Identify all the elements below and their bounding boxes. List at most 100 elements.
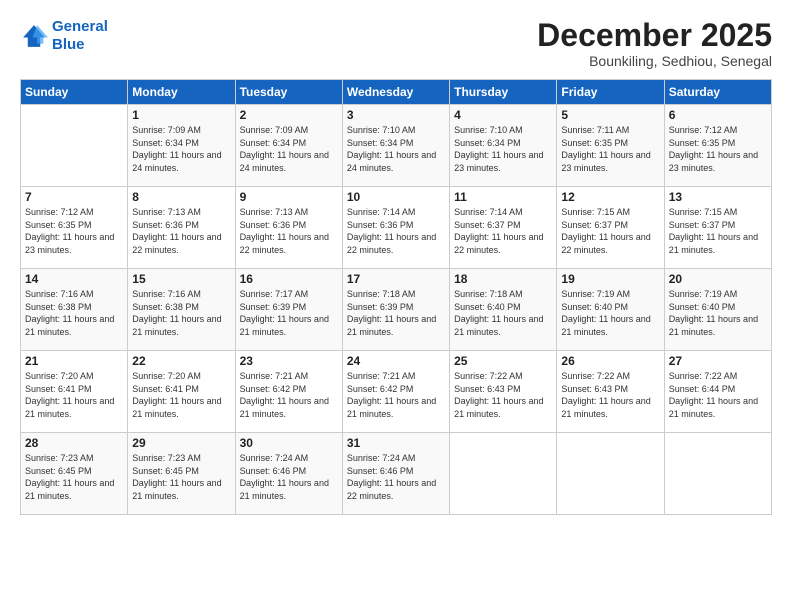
day-cell: 5 Sunrise: 7:11 AMSunset: 6:35 PMDaylight… bbox=[557, 105, 664, 187]
day-info: Sunrise: 7:09 AMSunset: 6:34 PMDaylight:… bbox=[240, 124, 338, 174]
day-number: 20 bbox=[669, 272, 767, 286]
day-number: 25 bbox=[454, 354, 552, 368]
week-row-4: 21 Sunrise: 7:20 AMSunset: 6:41 PMDayligh… bbox=[21, 351, 772, 433]
day-cell bbox=[664, 433, 771, 515]
day-number: 13 bbox=[669, 190, 767, 204]
day-cell: 28 Sunrise: 7:23 AMSunset: 6:45 PMDayligh… bbox=[21, 433, 128, 515]
day-cell bbox=[21, 105, 128, 187]
day-number: 6 bbox=[669, 108, 767, 122]
day-cell: 29 Sunrise: 7:23 AMSunset: 6:45 PMDayligh… bbox=[128, 433, 235, 515]
day-cell: 13 Sunrise: 7:15 AMSunset: 6:37 PMDayligh… bbox=[664, 187, 771, 269]
day-info: Sunrise: 7:16 AMSunset: 6:38 PMDaylight:… bbox=[25, 288, 123, 338]
day-number: 15 bbox=[132, 272, 230, 286]
day-number: 28 bbox=[25, 436, 123, 450]
col-header-wednesday: Wednesday bbox=[342, 80, 449, 105]
day-info: Sunrise: 7:22 AMSunset: 6:43 PMDaylight:… bbox=[454, 370, 552, 420]
day-info: Sunrise: 7:12 AMSunset: 6:35 PMDaylight:… bbox=[25, 206, 123, 256]
day-info: Sunrise: 7:19 AMSunset: 6:40 PMDaylight:… bbox=[669, 288, 767, 338]
day-info: Sunrise: 7:11 AMSunset: 6:35 PMDaylight:… bbox=[561, 124, 659, 174]
col-header-sunday: Sunday bbox=[21, 80, 128, 105]
week-row-3: 14 Sunrise: 7:16 AMSunset: 6:38 PMDayligh… bbox=[21, 269, 772, 351]
day-number: 4 bbox=[454, 108, 552, 122]
day-cell: 9Sunrise: 7:13 AMSunset: 6:36 PMDaylight… bbox=[235, 187, 342, 269]
col-header-thursday: Thursday bbox=[450, 80, 557, 105]
day-cell: 20 Sunrise: 7:19 AMSunset: 6:40 PMDayligh… bbox=[664, 269, 771, 351]
day-cell: 26 Sunrise: 7:22 AMSunset: 6:43 PMDayligh… bbox=[557, 351, 664, 433]
day-number: 16 bbox=[240, 272, 338, 286]
calendar-table: SundayMondayTuesdayWednesdayThursdayFrid… bbox=[20, 79, 772, 515]
day-cell: 1 Sunrise: 7:09 AMSunset: 6:34 PMDaylight… bbox=[128, 105, 235, 187]
day-cell: 3 Sunrise: 7:10 AMSunset: 6:34 PMDaylight… bbox=[342, 105, 449, 187]
header-row: SundayMondayTuesdayWednesdayThursdayFrid… bbox=[21, 80, 772, 105]
day-cell: 2 Sunrise: 7:09 AMSunset: 6:34 PMDaylight… bbox=[235, 105, 342, 187]
week-row-2: 7 Sunrise: 7:12 AMSunset: 6:35 PMDaylight… bbox=[21, 187, 772, 269]
day-info: Sunrise: 7:23 AMSunset: 6:45 PMDaylight:… bbox=[25, 452, 123, 502]
day-number: 22 bbox=[132, 354, 230, 368]
day-number: 1 bbox=[132, 108, 230, 122]
day-cell bbox=[557, 433, 664, 515]
day-info: Sunrise: 7:17 AMSunset: 6:39 PMDaylight:… bbox=[240, 288, 338, 338]
day-number: 18 bbox=[454, 272, 552, 286]
day-cell: 6Sunrise: 7:12 AMSunset: 6:35 PMDaylight… bbox=[664, 105, 771, 187]
month-title: December 2025 bbox=[537, 18, 772, 53]
day-number: 5 bbox=[561, 108, 659, 122]
day-cell: 4 Sunrise: 7:10 AMSunset: 6:34 PMDaylight… bbox=[450, 105, 557, 187]
day-info: Sunrise: 7:13 AMSunset: 6:36 PMDaylight:… bbox=[132, 206, 230, 256]
day-cell: 7 Sunrise: 7:12 AMSunset: 6:35 PMDaylight… bbox=[21, 187, 128, 269]
subtitle: Bounkiling, Sedhiou, Senegal bbox=[537, 53, 772, 69]
day-number: 27 bbox=[669, 354, 767, 368]
day-cell: 15 Sunrise: 7:16 AMSunset: 6:38 PMDayligh… bbox=[128, 269, 235, 351]
day-number: 21 bbox=[25, 354, 123, 368]
day-info: Sunrise: 7:10 AMSunset: 6:34 PMDaylight:… bbox=[347, 124, 445, 174]
day-info: Sunrise: 7:15 AMSunset: 6:37 PMDaylight:… bbox=[669, 206, 767, 256]
logo-text: General Blue bbox=[52, 18, 108, 54]
day-info: Sunrise: 7:20 AMSunset: 6:41 PMDaylight:… bbox=[25, 370, 123, 420]
day-cell: 30Sunrise: 7:24 AMSunset: 6:46 PMDayligh… bbox=[235, 433, 342, 515]
day-info: Sunrise: 7:21 AMSunset: 6:42 PMDaylight:… bbox=[240, 370, 338, 420]
day-number: 24 bbox=[347, 354, 445, 368]
day-number: 19 bbox=[561, 272, 659, 286]
day-cell: 16 Sunrise: 7:17 AMSunset: 6:39 PMDayligh… bbox=[235, 269, 342, 351]
day-number: 2 bbox=[240, 108, 338, 122]
day-cell: 12 Sunrise: 7:15 AMSunset: 6:37 PMDayligh… bbox=[557, 187, 664, 269]
title-block: December 2025 Bounkiling, Sedhiou, Seneg… bbox=[537, 18, 772, 69]
day-cell: 11 Sunrise: 7:14 AMSunset: 6:37 PMDayligh… bbox=[450, 187, 557, 269]
day-number: 29 bbox=[132, 436, 230, 450]
logo-icon bbox=[20, 22, 48, 50]
logo-line2: Blue bbox=[52, 36, 85, 53]
day-number: 7 bbox=[25, 190, 123, 204]
day-number: 26 bbox=[561, 354, 659, 368]
day-info: Sunrise: 7:18 AMSunset: 6:39 PMDaylight:… bbox=[347, 288, 445, 338]
day-info: Sunrise: 7:09 AMSunset: 6:34 PMDaylight:… bbox=[132, 124, 230, 174]
day-info: Sunrise: 7:14 AMSunset: 6:37 PMDaylight:… bbox=[454, 206, 552, 256]
day-info: Sunrise: 7:15 AMSunset: 6:37 PMDaylight:… bbox=[561, 206, 659, 256]
day-number: 14 bbox=[25, 272, 123, 286]
day-info: Sunrise: 7:23 AMSunset: 6:45 PMDaylight:… bbox=[132, 452, 230, 502]
day-info: Sunrise: 7:24 AMSunset: 6:46 PMDaylight:… bbox=[347, 452, 445, 502]
day-number: 12 bbox=[561, 190, 659, 204]
day-cell: 23 Sunrise: 7:21 AMSunset: 6:42 PMDayligh… bbox=[235, 351, 342, 433]
day-info: Sunrise: 7:16 AMSunset: 6:38 PMDaylight:… bbox=[132, 288, 230, 338]
day-number: 11 bbox=[454, 190, 552, 204]
logo: General Blue bbox=[20, 18, 108, 54]
day-cell: 27Sunrise: 7:22 AMSunset: 6:44 PMDayligh… bbox=[664, 351, 771, 433]
day-number: 3 bbox=[347, 108, 445, 122]
day-info: Sunrise: 7:10 AMSunset: 6:34 PMDaylight:… bbox=[454, 124, 552, 174]
day-number: 23 bbox=[240, 354, 338, 368]
col-header-friday: Friday bbox=[557, 80, 664, 105]
day-cell: 19Sunrise: 7:19 AMSunset: 6:40 PMDayligh… bbox=[557, 269, 664, 351]
day-info: Sunrise: 7:22 AMSunset: 6:43 PMDaylight:… bbox=[561, 370, 659, 420]
day-cell: 14 Sunrise: 7:16 AMSunset: 6:38 PMDayligh… bbox=[21, 269, 128, 351]
col-header-monday: Monday bbox=[128, 80, 235, 105]
day-number: 30 bbox=[240, 436, 338, 450]
day-number: 31 bbox=[347, 436, 445, 450]
logo-line1: General bbox=[52, 18, 108, 35]
day-info: Sunrise: 7:20 AMSunset: 6:41 PMDaylight:… bbox=[132, 370, 230, 420]
day-cell: 8 Sunrise: 7:13 AMSunset: 6:36 PMDaylight… bbox=[128, 187, 235, 269]
day-number: 8 bbox=[132, 190, 230, 204]
day-number: 10 bbox=[347, 190, 445, 204]
col-header-saturday: Saturday bbox=[664, 80, 771, 105]
col-header-tuesday: Tuesday bbox=[235, 80, 342, 105]
day-cell: 22 Sunrise: 7:20 AMSunset: 6:41 PMDayligh… bbox=[128, 351, 235, 433]
day-info: Sunrise: 7:14 AMSunset: 6:36 PMDaylight:… bbox=[347, 206, 445, 256]
